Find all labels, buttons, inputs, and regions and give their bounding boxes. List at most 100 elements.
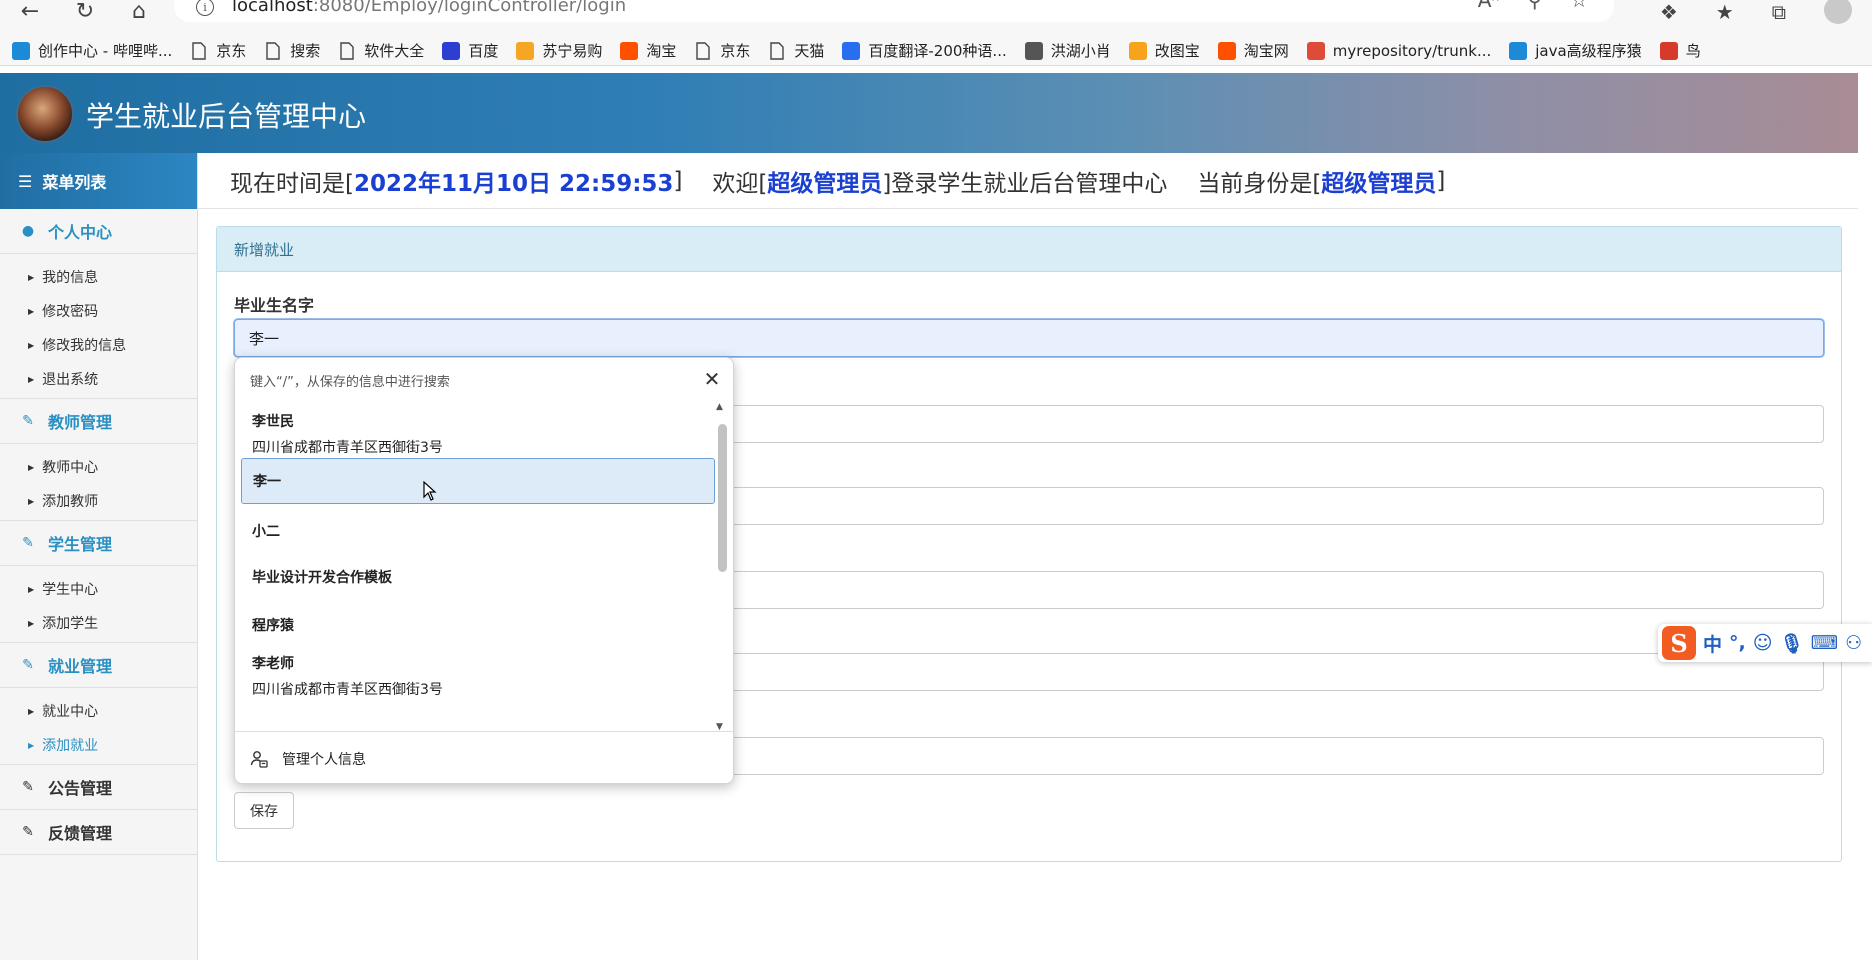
sidebar-item[interactable]: ▶ 修改我的信息 <box>0 328 197 362</box>
skin-icon[interactable]: ⚇ <box>1845 632 1862 654</box>
caret-right-icon: ▶ <box>28 496 35 506</box>
page-icon <box>264 41 282 60</box>
sidebar-group-2[interactable]: ✎ 学生管理 <box>0 521 197 566</box>
manage-personal-info[interactable]: 管理个人信息 <box>235 731 733 783</box>
sidebar-item[interactable]: ▶ 学生中心 <box>0 572 197 606</box>
caret-right-icon: ▶ <box>28 340 35 350</box>
read-aloud-icon[interactable]: Aⁿ <box>1478 0 1500 12</box>
autofill-item-name: 李老师 <box>252 656 294 672</box>
mouse-cursor-icon <box>423 481 437 501</box>
sidebar-item[interactable]: ▶ 就业中心 <box>0 694 197 728</box>
menu-bars-icon: ☰ <box>18 171 33 191</box>
bookmark-item[interactable]: 苏宁易购 <box>516 40 602 61</box>
bookmark-item[interactable]: 搜索 <box>264 40 320 61</box>
address-bar[interactable]: i localhost:8080/Employ/loginController/… <box>174 0 1614 22</box>
autofill-item[interactable]: 李一 <box>241 458 715 504</box>
taobao-icon <box>1217 41 1236 60</box>
menu-title-label: 菜单列表 <box>42 173 107 192</box>
edit-icon: ✎ <box>22 824 34 840</box>
favorites-icon[interactable]: ★ <box>1716 0 1734 24</box>
sogou-logo-icon[interactable]: S <box>1662 626 1696 660</box>
bookmark-item[interactable]: 鸟 <box>1659 40 1701 61</box>
add-favorite-icon[interactable]: ☆ <box>1570 0 1588 12</box>
autofill-item[interactable]: 程序猿 <box>241 602 715 648</box>
back-icon[interactable]: ← <box>12 0 48 24</box>
microphone-icon[interactable]: 🎙 <box>1780 632 1804 655</box>
caret-right-icon: ▶ <box>28 374 35 384</box>
sidebar-item[interactable]: ▶ 添加教师 <box>0 484 197 518</box>
bookmark-item[interactable]: 天猫 <box>768 40 824 61</box>
taobao-icon <box>620 41 639 60</box>
sidebar-item[interactable]: ▶ 添加学生 <box>0 606 197 640</box>
chrome-icon <box>1306 41 1325 60</box>
sidebar-item-label: 添加就业 <box>42 738 99 754</box>
sidebar-item-label: 修改密码 <box>42 304 99 320</box>
bookmark-item[interactable]: 百度翻译-200种语... <box>842 40 1007 61</box>
emoji-icon[interactable]: ☺ <box>1753 632 1773 654</box>
collections-icon[interactable]: ⧉ <box>1772 0 1786 24</box>
bookmark-label: 洪湖小肖 <box>1050 42 1111 60</box>
sidebar-group-4[interactable]: ✎ 公告管理 <box>0 765 197 810</box>
autofill-item[interactable]: 李老师四川省成都市青羊区西御街3号 <box>241 652 715 700</box>
bookmark-item[interactable]: 淘宝 <box>620 40 676 61</box>
bookmark-item[interactable]: myrepository/trunk... <box>1306 41 1491 60</box>
autofill-item-address: 四川省成都市青羊区西御街3号 <box>252 682 443 698</box>
baidu-paw-icon <box>442 41 461 60</box>
bookmark-item[interactable]: 创作中心 - 哔哩哔... <box>12 40 172 61</box>
bookmark-item[interactable]: 京东 <box>694 40 750 61</box>
sidebar-submenu: ▶ 就业中心 ▶ 添加就业 <box>0 688 197 765</box>
bookmark-item[interactable]: 百度 <box>442 40 498 61</box>
autofill-scrollbar[interactable]: ▲ ▼ <box>714 402 730 732</box>
caret-right-icon: ▶ <box>28 462 35 472</box>
edit-icon: ✎ <box>22 779 34 795</box>
autofill-item[interactable]: 毕业设计开发合作模板 <box>241 554 715 600</box>
sidebar-item-label: 教师中心 <box>42 460 99 476</box>
home-icon[interactable]: ⌂ <box>121 0 157 24</box>
bookmark-item[interactable]: java高级程序猿 <box>1509 40 1642 61</box>
autofill-item-name: 程序猿 <box>252 618 294 634</box>
sidebar-item[interactable]: ▶ 退出系统 <box>0 362 197 396</box>
sidebar-item-label: 添加教师 <box>42 494 99 510</box>
refresh-icon[interactable]: ↻ <box>67 0 103 24</box>
autofill-item[interactable]: 小二 <box>241 508 715 554</box>
sidebar-group-1[interactable]: ✎ 教师管理 <box>0 399 197 444</box>
sidebar-item[interactable]: ▶ 我的信息 <box>0 260 197 294</box>
sidebar-group-5[interactable]: ✎ 反馈管理 <box>0 810 197 855</box>
sidebar-item[interactable]: ▶ 修改密码 <box>0 294 197 328</box>
page-icon <box>190 41 208 60</box>
bookmark-item[interactable]: 改图宝 <box>1128 40 1200 61</box>
bookmark-item[interactable]: 淘宝网 <box>1217 40 1289 61</box>
sidebar-item[interactable]: ▶ 添加就业 <box>0 728 197 762</box>
bookmark-label: 苏宁易购 <box>542 42 603 60</box>
save-button[interactable]: 保存 <box>234 792 294 829</box>
person-settings-icon <box>250 750 268 768</box>
welcome-suffix: ]登录学生就业后台管理中心 <box>882 170 1168 197</box>
keyboard-icon[interactable]: ⌨ <box>1811 632 1838 654</box>
info-icon[interactable]: i <box>196 0 214 16</box>
scroll-up-icon[interactable]: ▲ <box>716 402 723 412</box>
sidebar-group-3[interactable]: ✎ 就业管理 <box>0 643 197 688</box>
bookmark-item[interactable]: 洪湖小肖 <box>1024 40 1111 61</box>
autofill-item[interactable]: 李世民 四川省成都市青羊区西御街3号 <box>241 410 715 458</box>
panel-title: 新增就业 <box>217 227 1841 272</box>
sidebar-submenu: ▶ 我的信息 ▶ 修改密码 ▶ 修改我的信息 ▶ 退出系统 <box>0 254 197 399</box>
browser-toolbar: ← ↻ ⌂ i localhost:8080/Employ/loginContr… <box>0 0 1872 36</box>
sidebar-item-label: 退出系统 <box>42 372 99 388</box>
ime-mode[interactable]: 中 <box>1703 630 1722 657</box>
zoom-out-icon[interactable]: ⚲ <box>1527 0 1542 12</box>
autofill-item-name: 李世民 <box>252 414 294 430</box>
profile-avatar[interactable] <box>1824 0 1852 24</box>
extensions-icon[interactable]: ❖ <box>1660 0 1678 24</box>
time-suffix: ] <box>673 167 683 194</box>
graduate-name-input[interactable]: 李一 <box>234 319 1824 357</box>
scrollbar-thumb[interactable] <box>718 424 727 572</box>
close-icon[interactable]: ✕ <box>699 366 725 392</box>
sidebar-group-label: 就业管理 <box>48 657 113 676</box>
bookmark-item[interactable]: 京东 <box>190 40 246 61</box>
sidebar-item-label: 就业中心 <box>42 704 99 720</box>
sidebar-group-0[interactable]: ● 个人中心 <box>0 209 197 254</box>
ime-punctuation[interactable]: °, <box>1729 632 1746 654</box>
sidebar-item[interactable]: ▶ 教师中心 <box>0 450 197 484</box>
bilibili-icon <box>1509 41 1528 60</box>
bookmark-item[interactable]: 软件大全 <box>338 40 424 61</box>
